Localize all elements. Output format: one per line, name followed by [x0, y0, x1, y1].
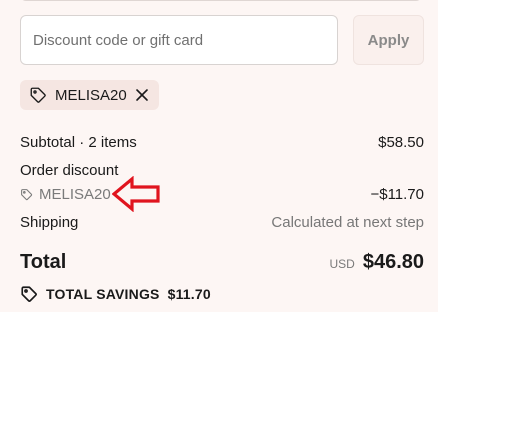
close-icon[interactable] [135, 88, 149, 102]
total-row: Total USD $46.80 [20, 251, 424, 277]
order-discount-value: −$11.70 [370, 186, 424, 203]
red-arrow-icon [111, 175, 162, 217]
tag-icon [20, 285, 38, 303]
subtotal-label: Subtotal · 2 items [20, 134, 137, 151]
applied-discount-chip: MELISA20 [20, 80, 159, 110]
total-value-group: USD $46.80 [329, 251, 424, 274]
total-savings: TOTAL SAVINGS $11.70 [20, 285, 211, 303]
order-discount-label: Order discount [20, 162, 119, 179]
order-discount-row: Order discount [20, 162, 424, 180]
currency-code: USD [329, 257, 355, 271]
shipping-label: Shipping [20, 214, 79, 231]
shipping-value: Calculated at next step [271, 214, 424, 231]
total-savings-value: $11.70 [167, 286, 211, 302]
order-discount-code: MELISA20 [20, 186, 111, 203]
subtotal-value: $58.50 [378, 134, 424, 151]
tag-icon [29, 86, 47, 104]
total-label: Total [20, 251, 67, 273]
total-amount: $46.80 [362, 251, 424, 273]
apply-button[interactable]: Apply [353, 15, 424, 65]
applied-code-label: MELISA20 [55, 86, 127, 104]
tag-icon [20, 188, 33, 201]
order-discount-code-text: MELISA20 [39, 186, 111, 203]
subtotal-row: Subtotal · 2 items $58.50 [20, 134, 424, 152]
discount-code-input[interactable] [20, 15, 338, 65]
order-discount-code-row: MELISA20 −$11.70 [20, 186, 424, 204]
total-savings-label: TOTAL SAVINGS [46, 286, 160, 302]
shipping-row: Shipping Calculated at next step [20, 214, 424, 232]
previous-field-edge [20, 0, 422, 1]
order-summary-panel: Apply MELISA20 Subtotal · 2 items $58.50… [0, 0, 438, 312]
